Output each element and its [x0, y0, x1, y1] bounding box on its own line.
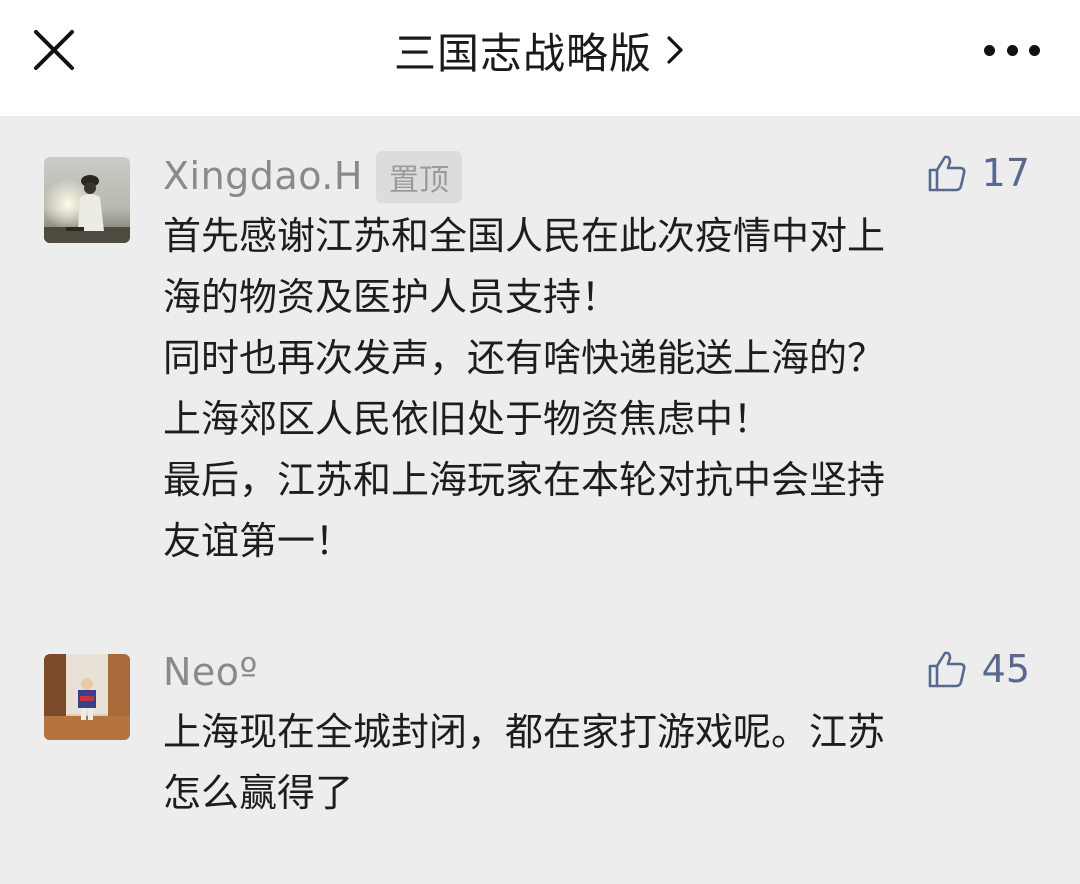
like-button[interactable]: 45 — [926, 644, 1030, 694]
more-dot — [1029, 44, 1040, 56]
comment-username[interactable]: Xingdao.H — [163, 154, 363, 198]
comment-line: 首先感谢江苏和全国人民在此次疫情中对上 — [163, 214, 886, 258]
more-dot — [984, 44, 995, 56]
chevron-right-icon — [667, 36, 683, 64]
avatar[interactable] — [44, 157, 130, 243]
pinned-badge: 置顶 — [376, 151, 462, 203]
avatar-photo — [44, 654, 130, 740]
comment-text: 上海现在全城封闭，都在家打游戏呢。江苏 怎么赢得了 — [163, 702, 1043, 824]
more-options-button[interactable] — [984, 38, 1040, 62]
avatar[interactable] — [44, 654, 130, 740]
more-dot — [1006, 44, 1018, 56]
top-nav-bar: 三国志战略版 — [0, 0, 1080, 116]
comment-line: 怎么赢得了 — [163, 771, 354, 815]
comment-line: 友谊第一！ — [163, 519, 354, 563]
like-count: 17 — [981, 151, 1030, 195]
comment-line: 最后，江苏和上海玩家在本轮对抗中会坚持 — [163, 458, 886, 502]
like-button[interactable]: 17 — [926, 148, 1030, 198]
avatar-photo — [44, 157, 130, 243]
thumbs-up-icon — [928, 651, 966, 688]
like-count: 45 — [981, 647, 1030, 691]
comment-line: 上海郊区人民依旧处于物资焦虑中！ — [163, 397, 772, 441]
page-title: 三国志战略版 — [393, 28, 652, 78]
comment-line: 上海现在全城封闭，都在家打游戏呢。江苏 — [163, 710, 886, 754]
comment-line: 同时也再次发声，还有啥快递能送上海的？ — [163, 336, 886, 380]
comment-line: 海的物资及医护人员支持！ — [163, 275, 620, 319]
comment-username[interactable]: Neoº — [163, 650, 258, 694]
account-title-link[interactable]: 三国志战略版 — [0, 18, 1080, 82]
thumbs-up-icon — [928, 155, 966, 192]
comment-text: 首先感谢江苏和全国人民在此次疫情中对上 海的物资及医护人员支持！ 同时也再次发声… — [163, 206, 1043, 572]
